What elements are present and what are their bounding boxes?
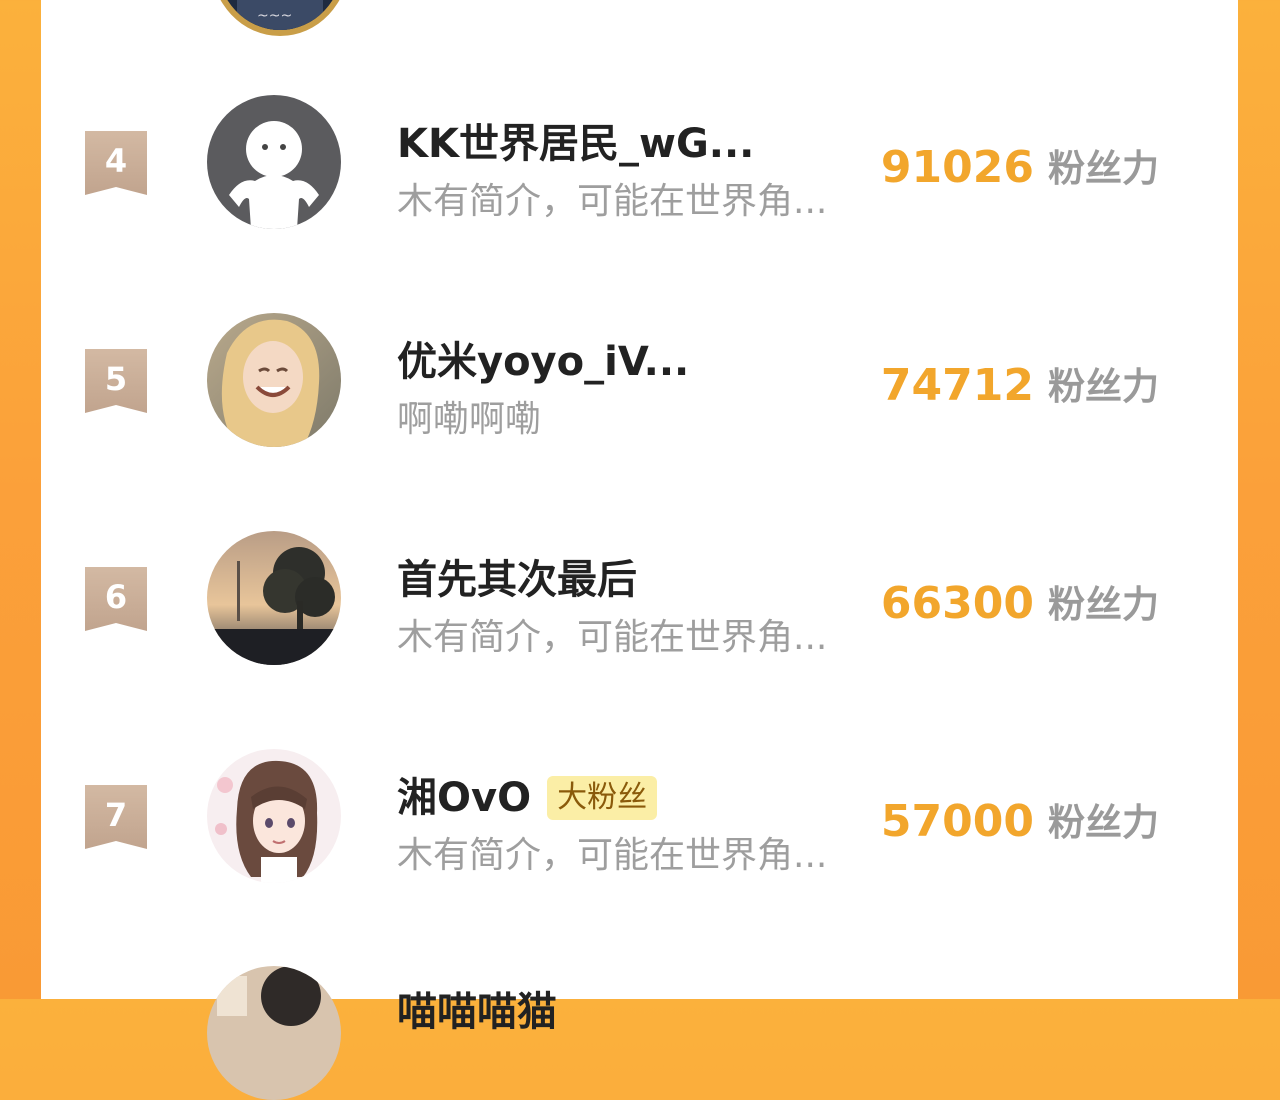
user-bio: 啊嘞啊嘞 xyxy=(397,399,542,440)
user-bio: 木有简介，可能在世界角... xyxy=(397,617,828,658)
rank-number: 5 xyxy=(104,360,128,398)
rank-badge: 7 xyxy=(85,785,147,849)
user-avatar[interactable] xyxy=(207,313,341,447)
next-row-avatar[interactable] xyxy=(207,966,341,1100)
user-avatar[interactable] xyxy=(207,95,341,229)
fan-power-label: 粉丝力 xyxy=(1048,365,1159,408)
svg-text:~~~: ~~~ xyxy=(257,8,292,24)
next-row-user-name[interactable]: 喵喵喵猫 xyxy=(397,984,557,1040)
rank-number: 4 xyxy=(104,142,128,180)
leaderboard-row[interactable]: 4 KK世界居民_wG... 木有简介，可能在世界角... 91026 粉丝力 xyxy=(41,95,1238,242)
fan-power-score: 91026 xyxy=(880,142,1034,193)
rank-number: 6 xyxy=(104,578,128,616)
user-name-line: 优米yoyo_iV... xyxy=(397,334,689,390)
fan-power-score: 74712 xyxy=(880,360,1034,411)
fan-power-label: 粉丝力 xyxy=(1048,583,1159,626)
fan-leaderboard-panel: ~~~ 4 KK世界居民_wG... 木有简介，可能在世界角... 91026 … xyxy=(41,0,1238,1100)
user-name-line: 湘OvO 大粉丝 xyxy=(397,770,658,826)
fan-power-score: 66300 xyxy=(880,578,1034,629)
user-bio: 木有简介，可能在世界角... xyxy=(397,181,828,222)
fan-power-score: 57000 xyxy=(880,796,1034,847)
user-name[interactable]: 优米yoyo_iV... xyxy=(397,334,689,390)
user-name[interactable]: 首先其次最后 xyxy=(397,552,637,608)
user-name-line: KK世界居民_wG... xyxy=(397,116,754,172)
user-bio: 木有简介，可能在世界角... xyxy=(397,835,828,876)
user-avatar[interactable] xyxy=(207,531,341,665)
leaderboard-row[interactable]: 6 首先其次最后 木有简介，可能在世界角... 66300 粉丝力 xyxy=(41,531,1238,678)
big-fan-tag: 大粉丝 xyxy=(547,776,658,820)
user-avatar[interactable] xyxy=(207,749,341,883)
user-name-line: 首先其次最后 xyxy=(397,552,637,608)
fan-power-label: 粉丝力 xyxy=(1048,147,1159,190)
user-name[interactable]: KK世界居民_wG... xyxy=(397,116,754,172)
leaderboard-row[interactable]: 5 优米yoyo_iV... 啊嘞啊嘞 74712 粉丝力 xyxy=(41,313,1238,460)
previous-row-avatar[interactable]: ~~~ xyxy=(211,0,349,36)
leaderboard-row[interactable]: 7 湘OvO 大粉丝 木有简介，可能在世界角... 57000 粉丝力 xyxy=(41,749,1238,896)
fan-power-label: 粉丝力 xyxy=(1048,801,1159,844)
rank-badge: 4 xyxy=(85,131,147,195)
rank-number: 7 xyxy=(104,796,128,834)
rank-badge: 6 xyxy=(85,567,147,631)
user-name[interactable]: 湘OvO xyxy=(397,770,531,826)
rank-badge: 5 xyxy=(85,349,147,413)
